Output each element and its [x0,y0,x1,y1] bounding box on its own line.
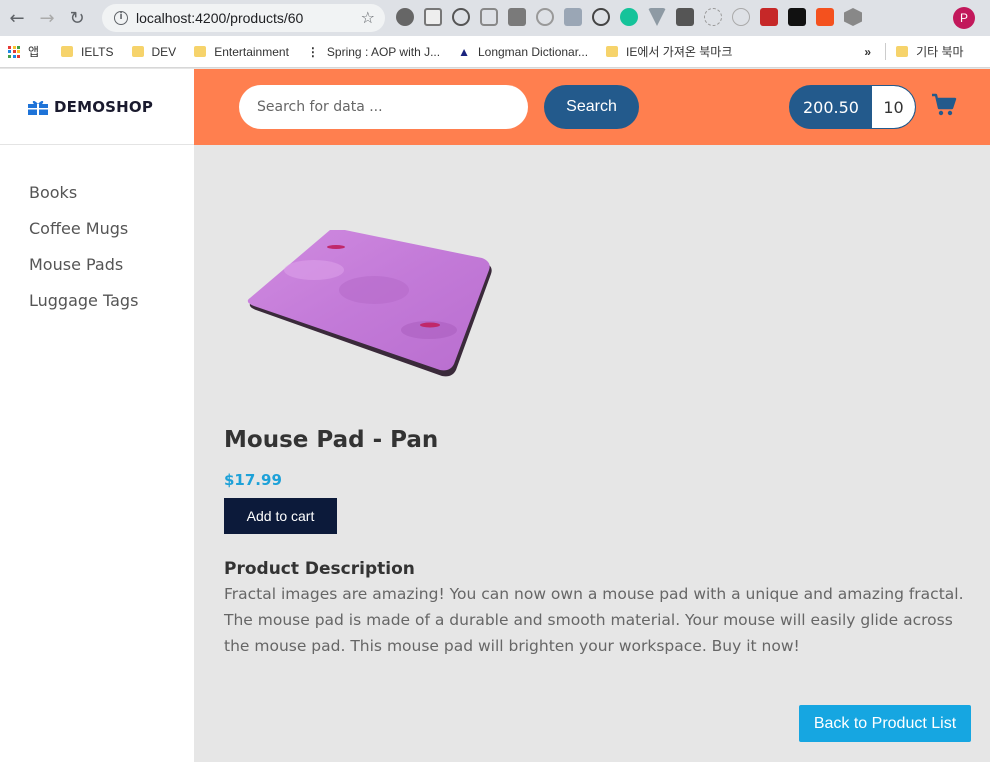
bookmark-folder[interactable]: 기타 북마 [885,43,964,60]
bookmark-link[interactable]: ⋮ Spring : AOP with J... [307,45,440,59]
bookmark-label: IELTS [81,44,114,59]
bookmark-label: IE에서 가져온 북마크 [626,45,733,59]
back-to-product-list-button[interactable]: Back to Product List [799,705,971,742]
bookmark-label: » [864,44,872,59]
cart-status[interactable]: 200.50 10 [789,85,916,129]
bookmark-folder[interactable]: DEV [131,44,177,59]
extension-icon[interactable] [396,8,414,26]
search-input[interactable] [239,85,528,129]
apps-grid-icon [8,45,20,58]
bookmark-label: DEV [151,44,177,59]
extension-icon[interactable] [480,8,498,26]
category-books[interactable]: Books [29,185,194,221]
ublock-icon[interactable] [508,8,526,26]
extension-icon[interactable] [424,8,442,26]
product-image [247,230,492,377]
bookmark-folder[interactable]: IELTS [61,44,114,59]
bookmark-link[interactable]: ▲ Longman Dictionar... [458,45,588,59]
product-price: $17.99 [224,471,282,489]
description-heading: Product Description [224,559,415,579]
back-arrow-icon[interactable]: ← [2,3,32,33]
folder-icon [896,46,909,57]
shopping-cart-icon[interactable] [931,93,957,117]
folder-icon [194,46,207,57]
extension-icon[interactable] [816,8,834,26]
bookmark-label: Entertainment [214,44,289,59]
download-icon[interactable] [564,8,582,26]
extension-icon[interactable] [704,8,722,26]
product-description: Fractal images are amazing! You can now … [224,585,964,655]
bookmark-label: 앱 [28,45,40,59]
sidebar: DEMOSHOP Books Coffee Mugs Mouse Pads Lu… [0,69,194,762]
longman-icon: ▲ [458,44,470,59]
cart-total: 200.50 [803,97,859,117]
extension-icon[interactable] [676,8,694,26]
bookmark-label: 기타 북마 [916,45,964,59]
product-detail: Mouse Pad - Pan $17.99 Add to cart Produ… [194,145,990,762]
extension-icon[interactable] [760,8,778,26]
category-luggage-tags[interactable]: Luggage Tags [29,293,194,329]
cart-quantity: 10 [872,86,915,128]
bookmark-star-icon[interactable]: ☆ [361,8,375,27]
folder-icon [131,46,144,57]
product-title: Mouse Pad - Pan [224,427,439,453]
extension-icon[interactable] [452,8,470,26]
category-coffee-mugs[interactable]: Coffee Mugs [29,221,194,257]
url-text: localhost:4200/products/60 [136,10,304,26]
bookmark-apps[interactable]: 앱 [8,43,39,60]
profile-avatar[interactable]: P [953,7,975,29]
category-list: Books Coffee Mugs Mouse Pads Luggage Tag… [0,145,194,329]
reload-icon[interactable]: ↻ [62,3,92,33]
bookmark-label: Longman Dictionar... [477,44,589,59]
extension-icon[interactable] [844,8,862,26]
forward-arrow-icon[interactable]: → [32,3,62,33]
bookmark-folder[interactable]: IE에서 가져온 북마크 [606,43,732,60]
grammarly-icon[interactable] [620,8,638,26]
extension-icon[interactable] [592,8,610,26]
category-mouse-pads[interactable]: Mouse Pads [29,257,194,293]
terminal-icon[interactable] [788,8,806,26]
search-button[interactable]: Search [544,85,639,129]
address-bar[interactable]: i localhost:4200/products/60 ☆ [102,4,385,32]
vue-icon[interactable] [648,8,666,26]
spring-icon: ⋮ [306,44,319,59]
browser-toolbar: ← → ↻ i localhost:4200/products/60 ☆ P [0,0,990,36]
bookmark-label: Spring : AOP with J... [326,44,441,59]
extension-icons [396,8,862,26]
site-info-icon[interactable]: i [114,11,128,25]
react-icon[interactable] [732,8,750,26]
more-bookmarks-button[interactable]: » [864,45,871,59]
bookmark-folder[interactable]: Entertainment [194,45,289,59]
folder-icon [606,46,619,57]
brand[interactable]: DEMOSHOP [0,69,194,145]
brand-name: DEMOSHOP [54,97,154,116]
app-header: Search 200.50 10 [194,69,990,145]
add-to-cart-button[interactable]: Add to cart [224,498,337,534]
gift-icon [28,100,48,115]
bookmarks-bar: 앱 IELTS DEV Entertainment ⋮ Spring : AOP … [0,36,990,68]
folder-icon [61,46,74,57]
globe-icon[interactable] [536,8,554,26]
